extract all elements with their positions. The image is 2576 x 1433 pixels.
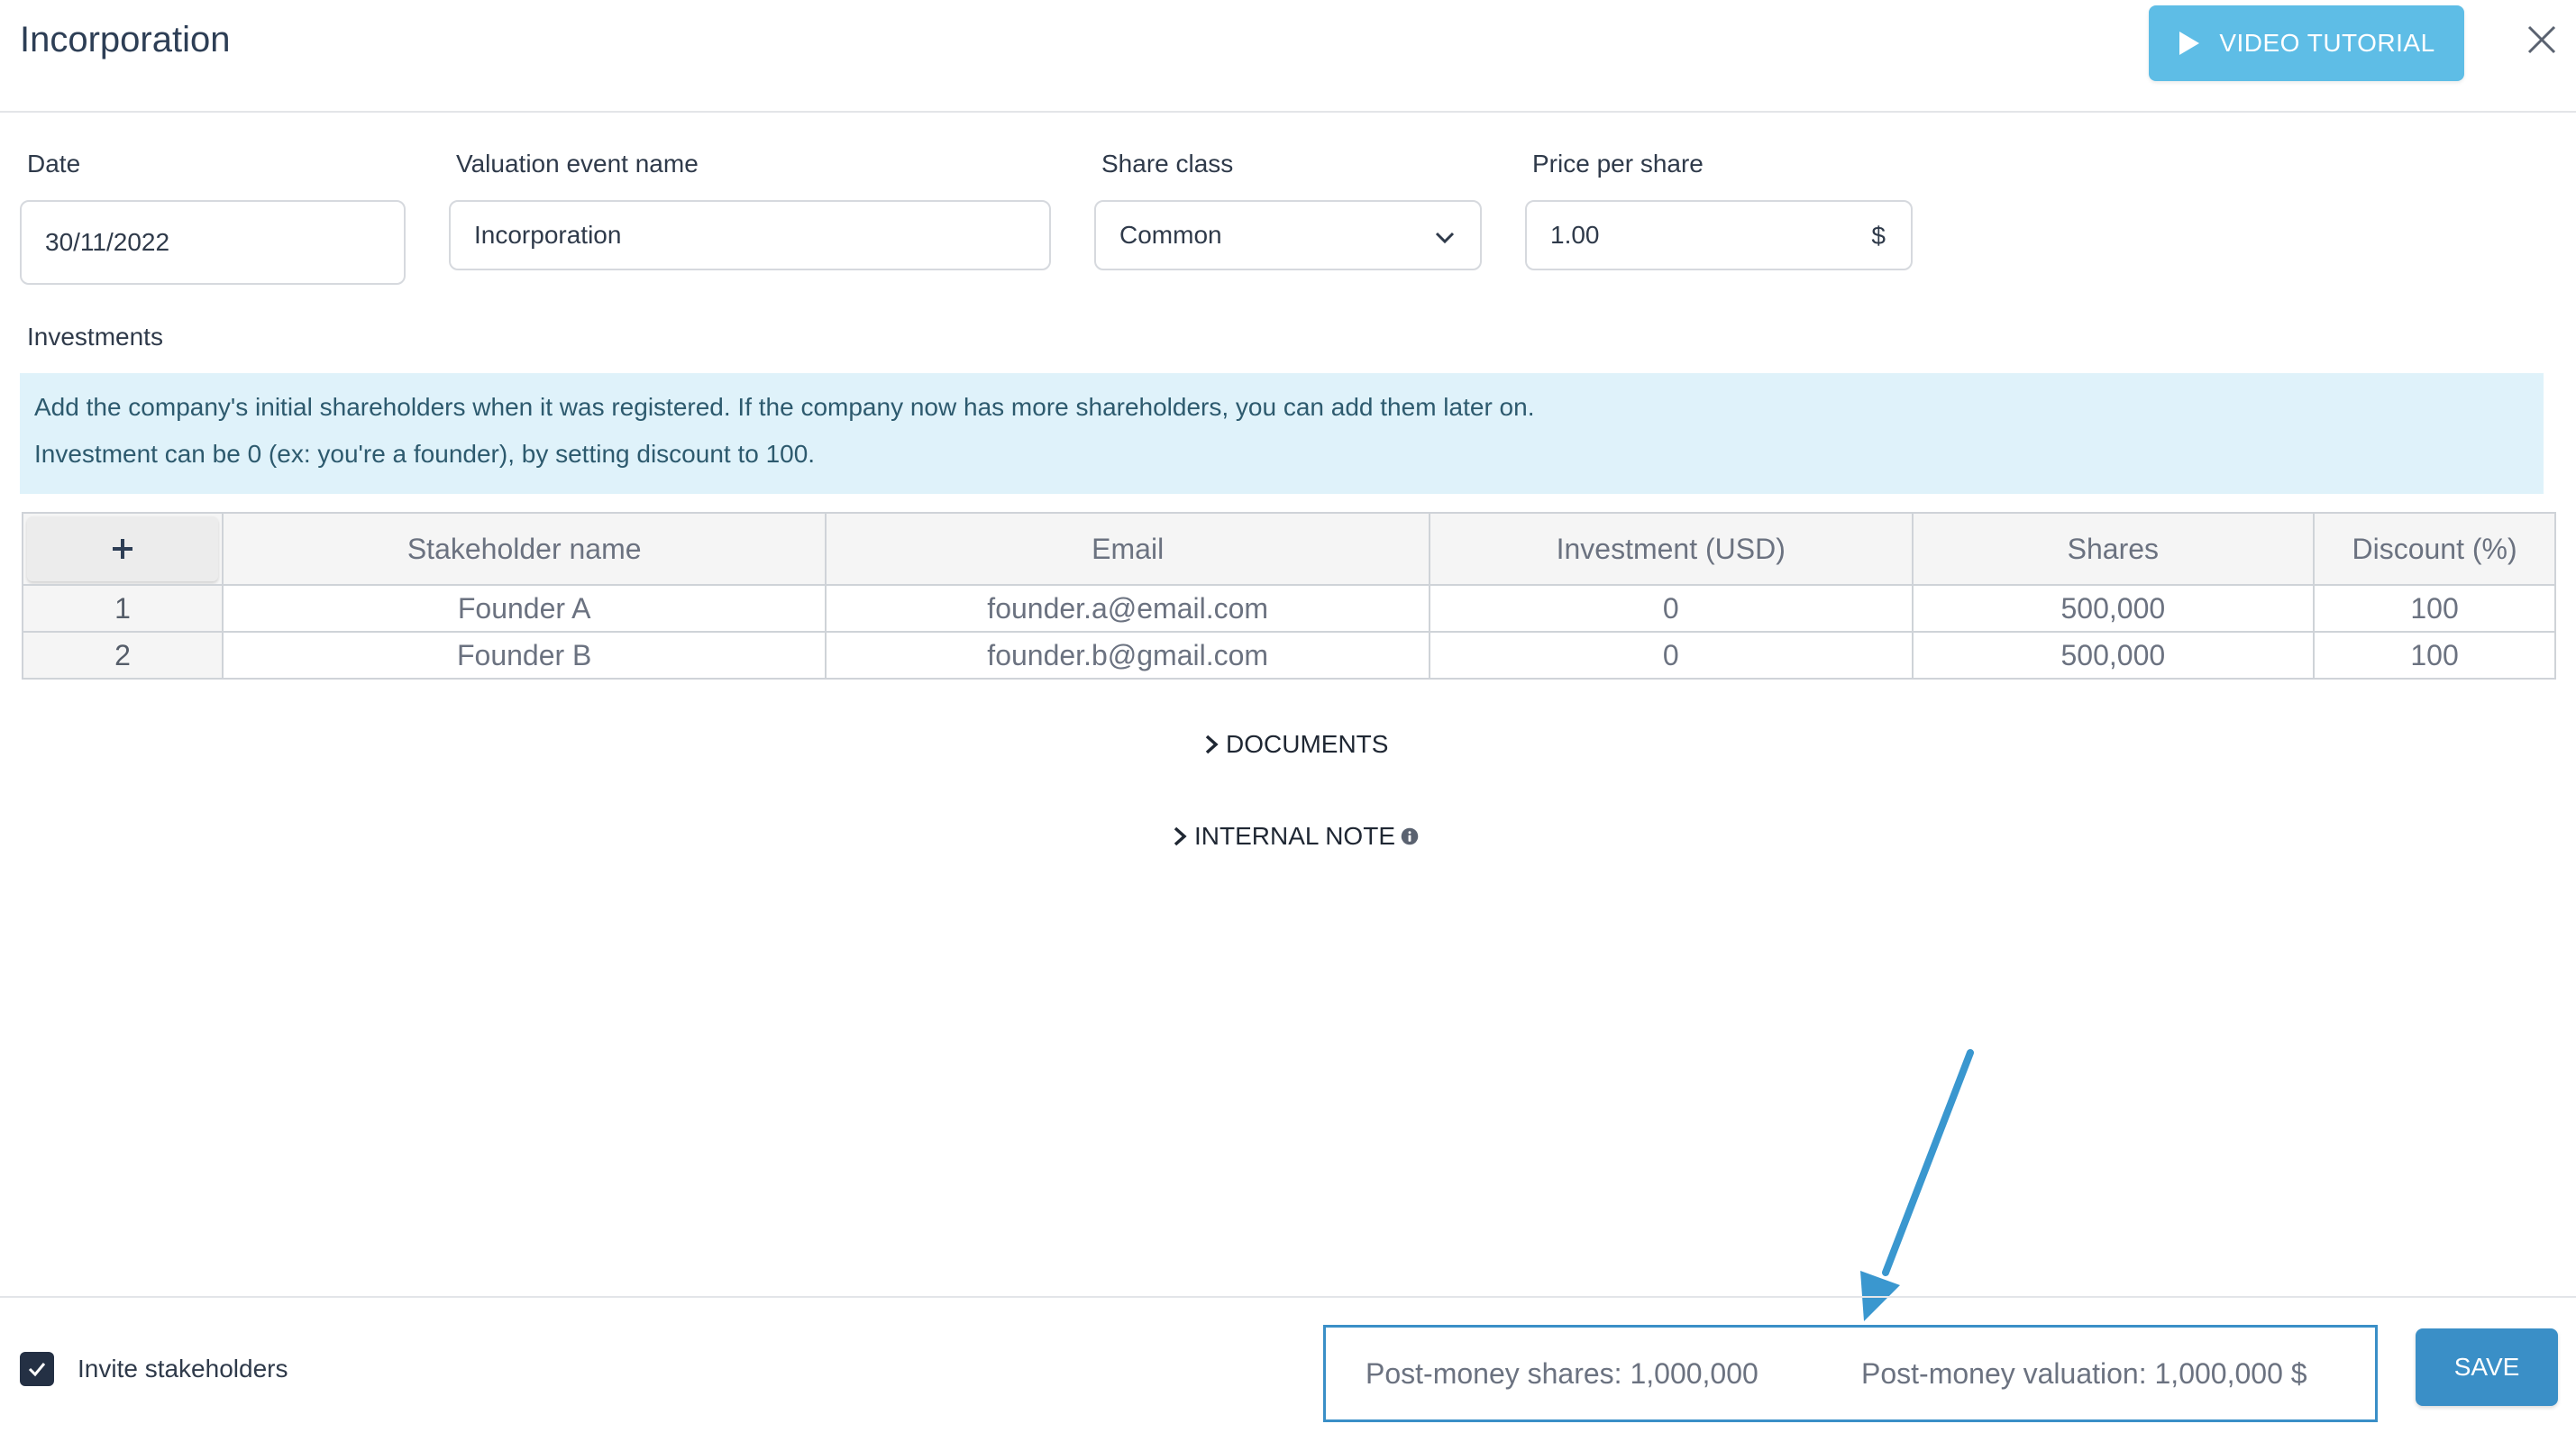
cell-investment[interactable]: 0 [1428,631,1914,680]
table-row: 1 Founder A founder.a@email.com 0 500,00… [22,584,2556,633]
post-money-shares: Post-money shares: 1,000,000 [1366,1356,1758,1390]
chevron-down-icon [1435,232,1455,244]
price-value: 1.00 [1550,221,1600,249]
invite-label: Invite stakeholders [78,1355,288,1383]
column-header-email: Email [825,512,1430,586]
price-label: Price per share [1532,150,1704,178]
invite-checkbox[interactable] [20,1352,54,1386]
documents-toggle[interactable]: DOCUMENTS [1202,730,1388,759]
column-header-discount: Discount (%) [2313,512,2556,586]
post-money-valuation: Post-money valuation: 1,000,000 $ [1861,1356,2307,1390]
post-money-summary: Post-money shares: 1,000,000 Post-money … [1323,1325,2378,1422]
modal-title: Incorporation [20,20,231,59]
video-tutorial-label: VIDEO TUTORIAL [2219,29,2435,57]
close-icon[interactable] [2524,22,2560,58]
play-icon [2179,32,2200,55]
modal-header: Incorporation VIDEO TUTORIAL [0,0,2576,113]
investments-table: Stakeholder name Email Investment (USD) … [22,512,2556,680]
checkmark-icon [28,1363,46,1377]
event-name-label: Valuation event name [456,150,699,178]
internal-note-label: INTERNAL NOTE [1194,822,1395,850]
cell-email[interactable]: founder.b@gmail.com [825,631,1430,680]
plus-icon [112,539,132,559]
cell-discount[interactable]: 100 [2313,584,2556,633]
table-row: 2 Founder B founder.b@gmail.com 0 500,00… [22,631,2556,680]
modal-footer: Invite stakeholders Post-money shares: 1… [0,1296,2576,1433]
cell-investment[interactable]: 0 [1428,584,1914,633]
invite-stakeholders: Invite stakeholders [20,1352,288,1386]
column-header-stakeholder: Stakeholder name [221,512,827,586]
date-value: 30/11/2022 [45,228,170,256]
row-index: 1 [22,584,224,633]
currency-suffix: $ [1871,222,1886,250]
info-line-1: Add the company's initial shareholders w… [34,393,1535,421]
share-class-value: Common [1119,221,1222,249]
investments-info-box: Add the company's initial shareholders w… [20,373,2544,494]
investments-label: Investments [27,323,163,351]
share-class-select[interactable]: Common [1094,200,1482,270]
add-row-cell [22,512,224,586]
price-field[interactable]: 1.00 $ [1525,200,1913,270]
cell-shares[interactable]: 500,000 [1911,584,2316,633]
table-header-row: Stakeholder name Email Investment (USD) … [22,512,2556,586]
cell-stakeholder-name[interactable]: Founder A [221,584,827,633]
event-name-value: Incorporation [474,221,622,249]
annotation-arrow [1860,1049,1974,1321]
cell-shares[interactable]: 500,000 [1911,631,2316,680]
chevron-right-icon [1174,826,1187,846]
chevron-right-icon [1205,735,1219,754]
info-icon[interactable] [1401,826,1419,847]
share-class-label: Share class [1101,150,1234,178]
cell-email[interactable]: founder.a@email.com [825,584,1430,633]
documents-label: DOCUMENTS [1226,730,1389,758]
column-header-investment: Investment (USD) [1428,512,1914,586]
save-button[interactable]: SAVE [2416,1328,2558,1406]
video-tutorial-button[interactable]: VIDEO TUTORIAL [2149,5,2464,81]
internal-note-toggle[interactable]: INTERNAL NOTE [1171,822,1419,851]
row-index: 2 [22,631,224,680]
add-row-button[interactable] [26,516,218,581]
event-name-field[interactable]: Incorporation [449,200,1051,270]
cell-discount[interactable]: 100 [2313,631,2556,680]
info-line-2: Investment can be 0 (ex: you're a founde… [34,440,816,468]
date-label: Date [27,150,81,178]
date-field[interactable]: 30/11/2022 [20,200,406,285]
cell-stakeholder-name[interactable]: Founder B [221,631,827,680]
column-header-shares: Shares [1911,512,2316,586]
